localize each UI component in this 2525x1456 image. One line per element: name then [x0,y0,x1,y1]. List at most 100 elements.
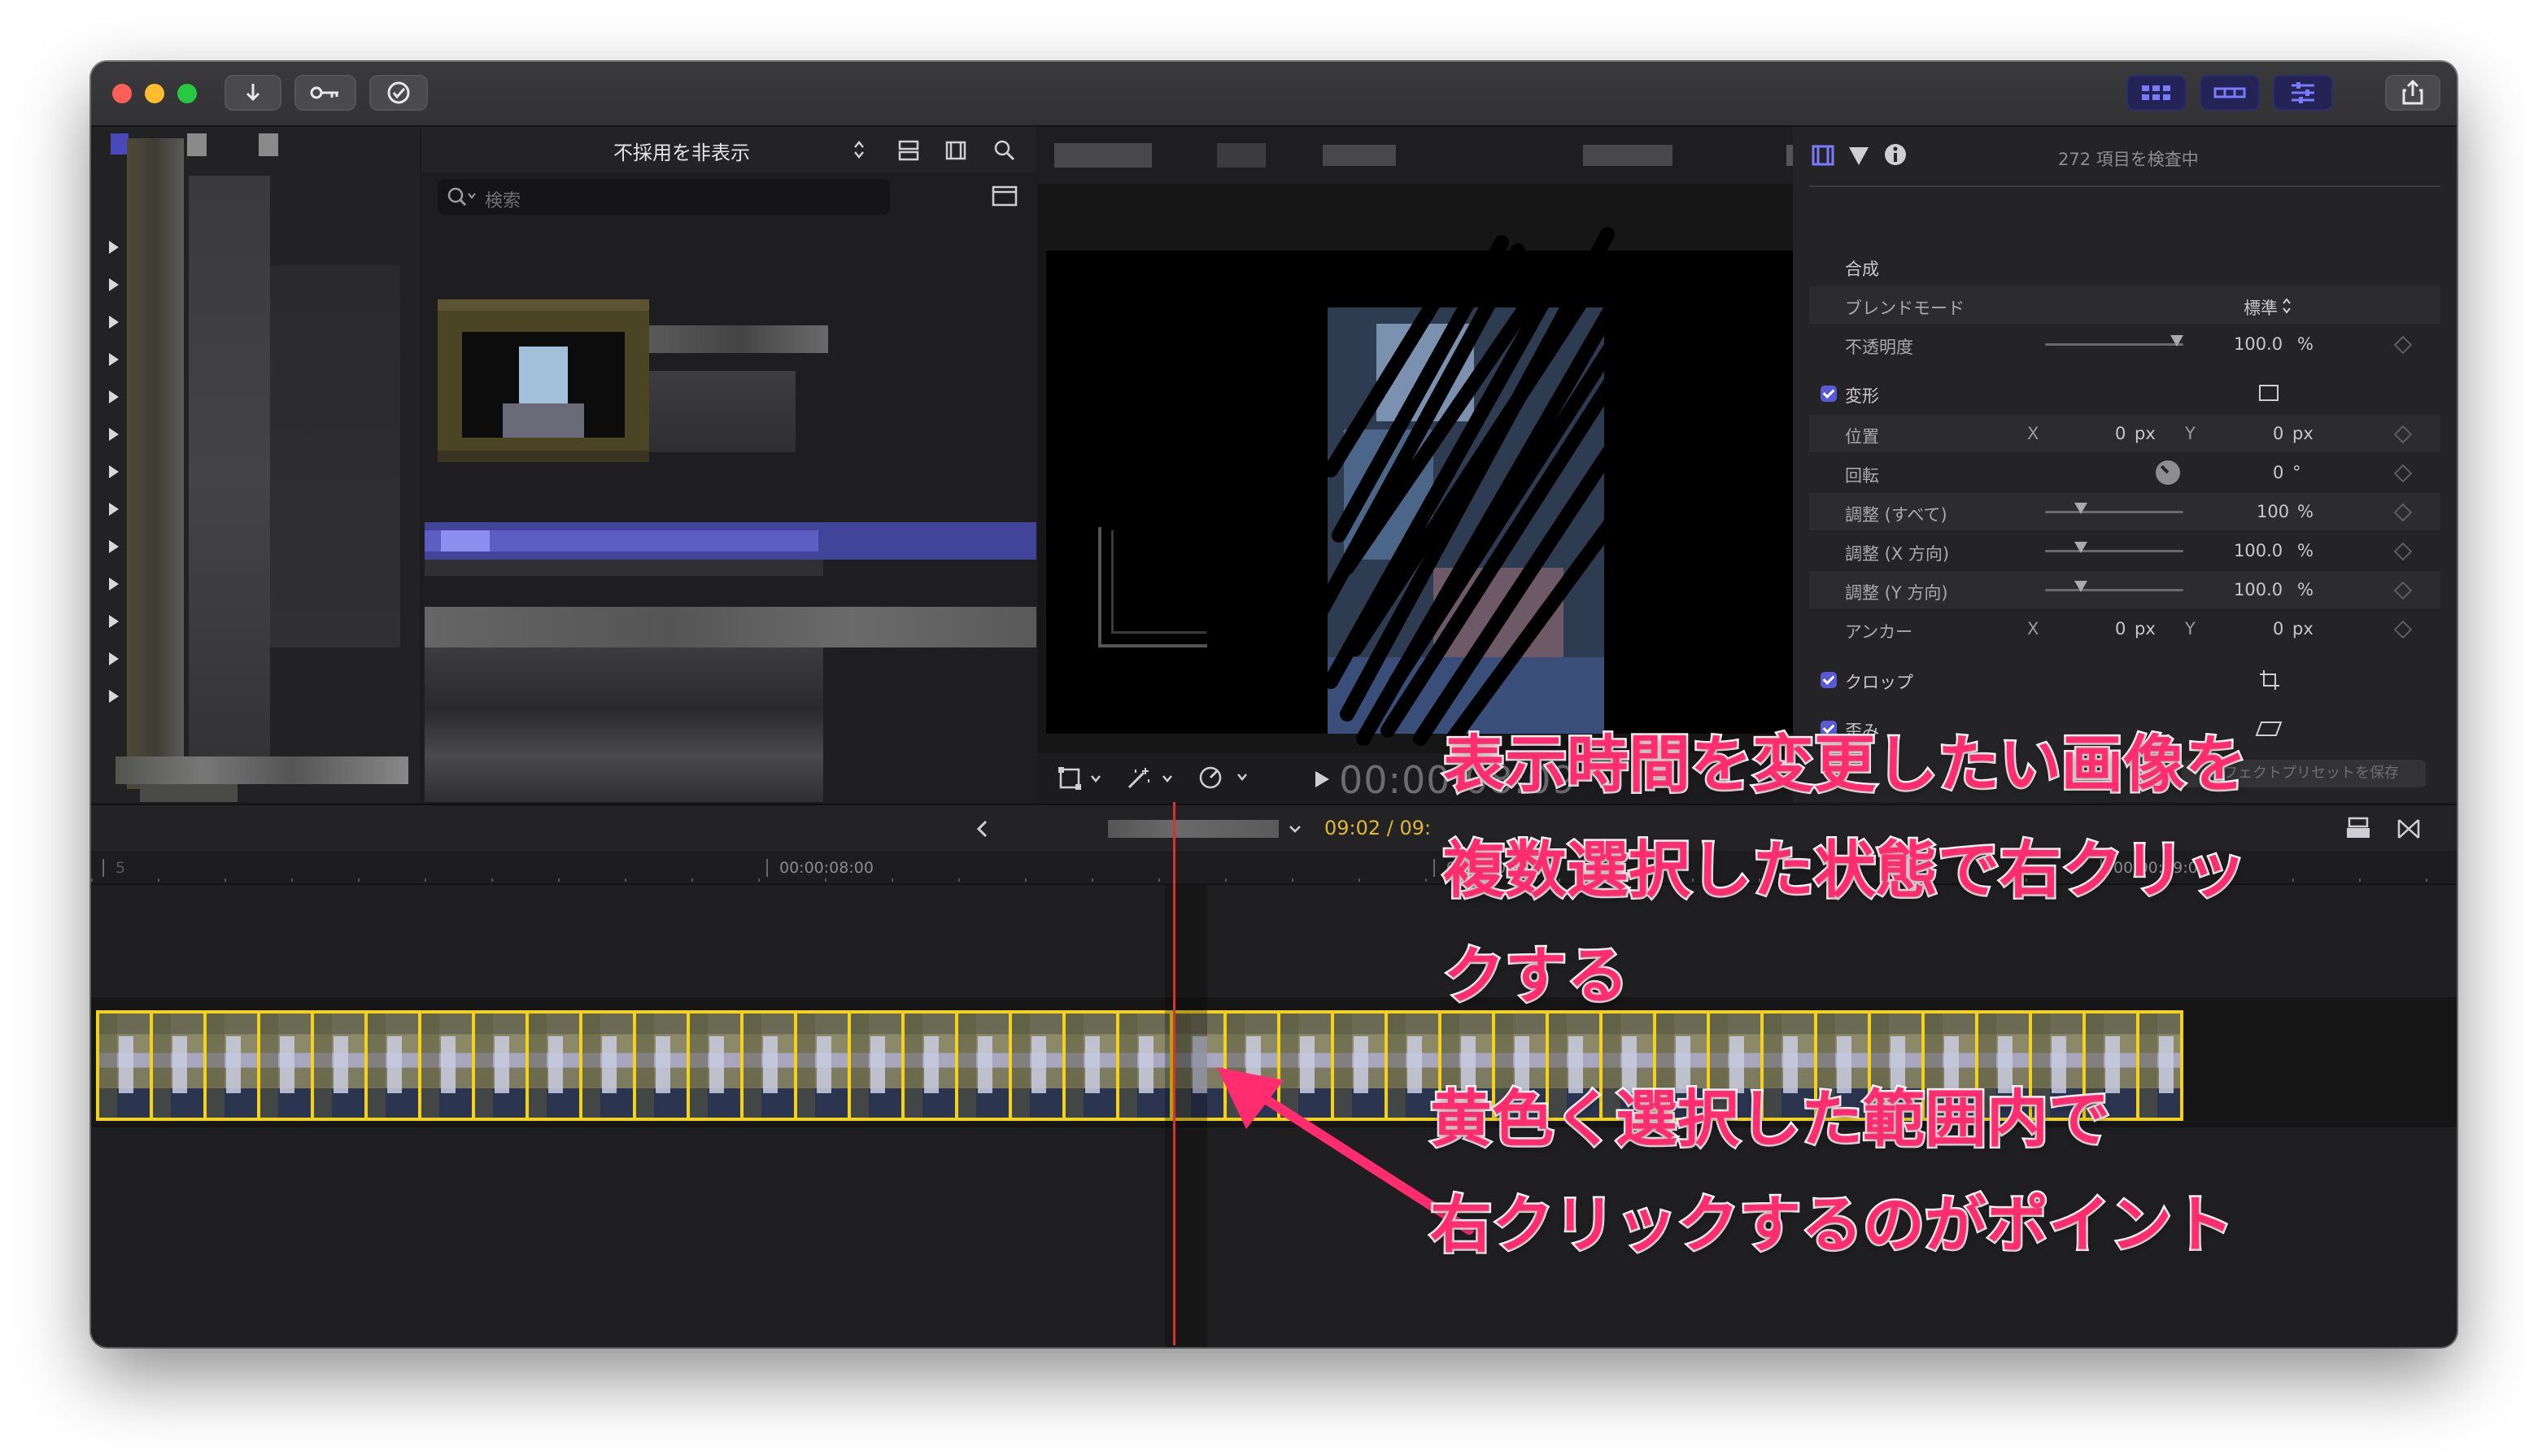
timeline-image-clip[interactable] [368,1014,421,1118]
disclosure-triangle-icon[interactable] [109,540,119,553]
keyframe-icon[interactable] [2393,464,2413,483]
transform-onscreen-icon[interactable] [2257,382,2281,403]
filmstrip-view-icon[interactable] [991,184,1018,208]
chevron-updown-icon[interactable] [2281,296,2292,316]
timeline-image-clip[interactable] [582,1014,636,1118]
scale-all-value[interactable]: 100 [2257,502,2289,521]
selected-clip-row[interactable] [425,522,1036,560]
timeline-image-clip[interactable] [314,1014,368,1118]
timeline-image-clip[interactable] [958,1014,1012,1118]
filmstrip-icon[interactable] [944,138,968,163]
disclosure-triangle-icon[interactable] [109,353,119,366]
transform-checkbox[interactable] [1821,386,1837,402]
zoom-window-button[interactable] [177,84,197,103]
keyframe-icon[interactable] [2393,503,2413,522]
show-browser-button[interactable] [2126,75,2187,111]
disclosure-triangle-icon[interactable] [109,615,119,628]
timeline-image-clip[interactable] [207,1014,260,1118]
rotation-dial[interactable] [2156,460,2180,485]
timeline-image-clip[interactable] [797,1014,851,1118]
keyframe-icon[interactable] [2393,335,2413,355]
timeline-image-clip[interactable] [636,1014,690,1118]
chevron-updown-icon[interactable] [853,138,866,161]
opacity-slider[interactable] [2045,343,2183,346]
crop-checkbox[interactable] [1821,672,1837,688]
video-inspector-icon[interactable] [1811,143,1835,168]
timeline-image-clip[interactable] [690,1014,744,1118]
timeline-image-clip[interactable] [421,1014,475,1118]
rotation-value[interactable]: 0 [2273,463,2283,482]
background-tasks-button[interactable] [369,75,428,111]
anchor-x-value[interactable]: 0 [2115,619,2126,639]
magic-wand-icon[interactable] [1124,766,1181,791]
show-timeline-button[interactable] [2200,75,2260,111]
distort-onscreen-icon[interactable] [2255,719,2283,739]
scale-all-slider[interactable] [2045,511,2183,513]
viewer-canvas[interactable] [1046,227,1884,746]
transform-section: 変形 [1809,374,2440,412]
keyframe-icon[interactable] [2393,620,2413,639]
disclosure-triangle-icon[interactable] [109,241,119,254]
timeline-image-clip[interactable] [1012,1014,1066,1118]
chevron-down-icon[interactable] [1287,820,1303,838]
browser-search-field[interactable]: 検索 [438,179,890,215]
timeline-image-clip[interactable] [475,1014,529,1118]
share-button[interactable] [2385,75,2440,111]
disclosure-triangle-icon[interactable] [109,690,119,703]
disclosure-triangle-icon[interactable] [109,390,119,403]
disclosure-triangle-icon[interactable] [109,503,119,516]
show-inspector-button[interactable] [2273,75,2333,111]
clip-appearance-icon[interactable] [896,138,921,163]
scale-x-slider-knob[interactable] [2074,542,2087,553]
position-y-value[interactable]: 0 [2273,424,2283,443]
hide-rejected-filter[interactable]: 不採用を非表示 [613,137,750,165]
clip-thumbnail[interactable] [438,299,649,462]
info-icon[interactable] [1882,142,1908,168]
blend-mode-row: ブレンドモード 標準 [1809,286,2440,324]
disclosure-triangle-icon[interactable] [109,465,119,478]
timeline-image-clip[interactable] [529,1014,582,1118]
scale-y-value[interactable]: 100.0 [2234,580,2283,599]
position-x-value[interactable]: 0 [2115,424,2126,443]
timeline-image-clip[interactable] [1066,1014,1119,1118]
crop-onscreen-icon[interactable] [2258,669,2281,691]
filter-inspector-icon[interactable] [1847,143,1871,168]
disclosure-triangle-icon[interactable] [109,278,119,291]
play-icon[interactable] [1313,769,1331,789]
opacity-slider-knob[interactable] [2170,335,2183,347]
anchor-y-value[interactable]: 0 [2273,619,2283,639]
scale-x-value[interactable]: 100.0 [2234,541,2283,560]
close-window-button[interactable] [112,84,132,103]
timeline-image-clip[interactable] [153,1014,207,1118]
search-icon[interactable] [992,138,1017,163]
keyframe-icon[interactable] [2393,425,2413,444]
disclosure-triangle-icon[interactable] [109,316,119,329]
keyframe-icon[interactable] [2393,581,2413,600]
disclosure-triangle-icon[interactable] [109,578,119,591]
playhead[interactable] [1173,802,1175,1345]
opacity-value[interactable]: 100.0 [2234,334,2283,354]
timeline-image-clip[interactable] [851,1014,905,1118]
timeline-image-clip[interactable] [905,1014,958,1118]
timeline-image-clip[interactable] [260,1014,314,1118]
clip-appearance-icon[interactable] [2344,815,2372,843]
transitions-icon[interactable] [2396,817,2421,841]
keyframe-icon[interactable] [2393,542,2413,561]
timeline-image-clip[interactable] [2139,1014,2180,1118]
back-arrow-icon[interactable] [973,817,992,841]
scale-all-slider-knob[interactable] [2074,503,2087,514]
minimize-window-button[interactable] [145,84,164,103]
keywords-button[interactable] [294,75,356,111]
import-button[interactable] [225,75,281,111]
transform-tool-icon[interactable] [1058,766,1108,791]
disclosure-triangle-icon[interactable] [109,652,119,665]
scale-y-slider[interactable] [2045,589,2183,591]
timeline-image-clip[interactable] [99,1014,153,1118]
retime-speed-icon[interactable] [1197,765,1256,791]
project-name-pixelated[interactable] [1108,820,1279,838]
disclosure-triangle-icon[interactable] [109,428,119,441]
scale-x-slider[interactable] [2045,550,2183,552]
scale-y-slider-knob[interactable] [2074,581,2087,592]
blend-mode-value[interactable]: 標準 [2244,295,2278,320]
timeline-image-clip[interactable] [744,1014,797,1118]
